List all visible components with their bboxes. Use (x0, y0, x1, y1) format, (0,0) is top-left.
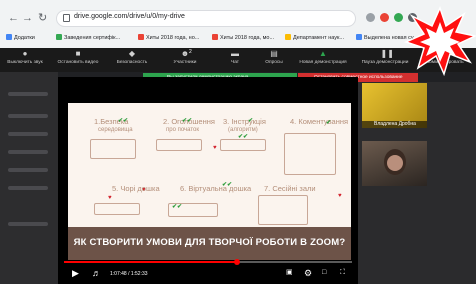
sidebar-item[interactable] (8, 92, 48, 96)
reload-icon[interactable]: ↻ (38, 11, 47, 25)
time-display: 1:07:48 / 1:52:33 (110, 271, 148, 277)
checkmark-icon: ✔✔ (118, 118, 129, 124)
chat-button[interactable]: ▬ Чат (224, 49, 246, 66)
step-label: 4. Коментування (290, 117, 349, 126)
settings-icon[interactable]: ⚙ (304, 268, 312, 278)
step-label: 3. Інструкція (223, 117, 266, 126)
polls-button[interactable]: ▤ Опросы (260, 49, 288, 66)
new-share-button[interactable]: ▲ Новая демонстрация (293, 49, 353, 66)
lock-icon (63, 14, 70, 22)
screen: { "browser": { "url": "drive.google.com/… (0, 0, 476, 284)
bookmark-item[interactable]: Заведения сертифік... (56, 34, 120, 41)
participant-name: Владлена Дробна (362, 121, 427, 128)
sidebar-item[interactable] (8, 168, 48, 172)
url-text[interactable]: drive.google.com/drive/u/0/my-drive (74, 13, 185, 20)
extension-icon[interactable] (394, 13, 403, 22)
note-box (220, 139, 266, 151)
presentation-slide: 1.Безпека середовища 2. Оголошення про п… (68, 103, 351, 261)
participants-button[interactable]: ☻ Участники (166, 50, 204, 66)
security-button[interactable]: ◆ Безопасность (112, 49, 152, 66)
heart-icon: ♥ (213, 145, 217, 151)
bookmark-icon (138, 34, 144, 40)
bookmark-icon (285, 34, 291, 40)
slide-title: ЯК СТВОРИТИ УМОВИ ДЛЯ ТВОРЧОЇ РОБОТИ В Z… (73, 237, 346, 248)
apps-icon (6, 34, 12, 40)
participant-tile[interactable]: Владлена Дробна (362, 83, 427, 128)
arrow-right-icon[interactable]: → (22, 11, 33, 25)
step-sublabel: середовища (98, 127, 133, 133)
heart-icon: ♥ (108, 195, 112, 201)
participant-tile[interactable] (362, 141, 427, 186)
bookmark-item[interactable]: Хиты 2018 года, мо... (212, 34, 274, 41)
sidebar-item[interactable] (8, 186, 48, 190)
mute-button[interactable]: ● Выключить звук (4, 49, 46, 66)
participants-count: 2 (189, 49, 192, 55)
captions-icon[interactable]: ▣ (286, 268, 293, 278)
checkmark-icon: ✔✔ (222, 182, 233, 188)
heart-icon: ♥ (338, 193, 342, 199)
note-box (94, 203, 140, 215)
share-screen-icon: ▲ (319, 49, 327, 58)
sidebar-item[interactable] (8, 132, 48, 136)
bookmark-item[interactable]: Хиты 2018 года, но... (138, 34, 199, 41)
shield-icon: ◆ (128, 49, 136, 58)
step-sublabel: про початок (166, 127, 200, 133)
sidebar-item[interactable] (8, 150, 48, 154)
note-box (90, 139, 136, 159)
note-box (258, 195, 308, 225)
player-controls: ▶ ♬ 1:07:48 / 1:52:33 ▣ ⚙ □ ⛶ (58, 259, 358, 284)
bookmark-apps[interactable]: Додатки (6, 34, 35, 41)
checkmark-icon: ✔ (326, 120, 332, 126)
checkmark-icon: ✔✔ (238, 134, 249, 140)
stop-video-button[interactable]: ■ Остановить видео (52, 49, 104, 66)
volume-icon[interactable]: ♬ (92, 268, 101, 278)
miniplayer-icon[interactable]: □ (322, 268, 326, 278)
note-box (168, 203, 218, 217)
fullscreen-icon[interactable]: ⛶ (340, 268, 345, 278)
sidebar-item[interactable] (8, 114, 48, 118)
annotation-burst-icon (404, 6, 476, 76)
step-label: 6. Віртуальна дошка (180, 184, 252, 193)
checkmark-icon: ✔ (248, 118, 254, 124)
progress-bar[interactable] (64, 259, 352, 265)
drive-sidebar (0, 72, 58, 284)
avatar (387, 155, 403, 171)
pause-icon: ❚❚ (380, 49, 394, 58)
step-label: 7. Сесійні зали (264, 184, 316, 193)
progress-fill (64, 261, 237, 263)
bookmark-icon (56, 34, 62, 40)
bookmark-icon (356, 34, 362, 40)
checkmark-icon: ✔✔ (182, 118, 193, 124)
video-camera-icon: ■ (75, 49, 81, 58)
note-box (284, 133, 336, 175)
extension-icon[interactable] (380, 13, 389, 22)
chat-icon: ▬ (231, 49, 239, 58)
extension-icon[interactable] (366, 13, 375, 22)
play-icon[interactable]: ▶ (72, 268, 79, 278)
microphone-icon: ● (22, 49, 28, 58)
bookmark-icon (212, 34, 218, 40)
note-box (156, 139, 202, 151)
slide-banner: ЯК СТВОРИТИ УМОВИ ДЛЯ ТВОРЧОЇ РОБОТИ В Z… (68, 227, 351, 261)
sidebar-item[interactable] (8, 222, 48, 226)
bookmark-item[interactable]: Департамент наук... (285, 34, 344, 41)
scrubber-handle[interactable] (233, 259, 240, 265)
arrow-left-icon[interactable]: ← (8, 11, 19, 25)
polls-icon: ▤ (270, 49, 278, 58)
address-bar[interactable]: drive.google.com/drive/u/0/my-drive (56, 10, 356, 27)
step-label: 5. Чорі дошка (112, 184, 160, 193)
